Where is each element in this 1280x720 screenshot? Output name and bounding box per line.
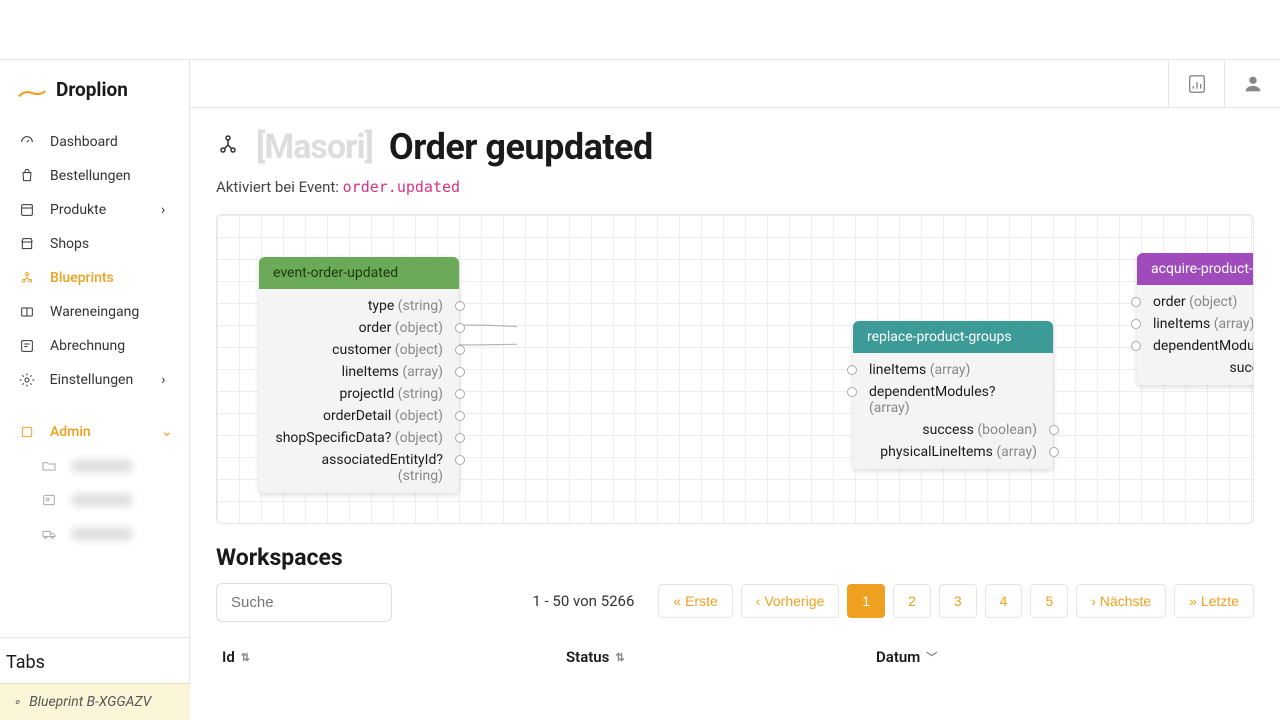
nav-label: Bestellungen	[50, 168, 131, 184]
node-property: order (object)	[1137, 291, 1254, 313]
admin-sub-2[interactable]	[0, 483, 189, 517]
nav: Dashboard Bestellungen Produkte › Shops …	[0, 119, 189, 557]
tabs-section: Tabs ⚬ Blueprint B-XGGAZV	[0, 637, 190, 720]
shops-icon	[18, 235, 36, 253]
workspaces-title: Workspaces	[216, 544, 1254, 571]
page-3[interactable]: 3	[939, 584, 977, 618]
col-id[interactable]: Id⇅	[216, 648, 566, 666]
top-spacer	[0, 0, 1280, 60]
node-property: lineItems (array)	[1137, 313, 1254, 335]
main-content: [Masori] Order geupdated Aktiviert bei E…	[190, 108, 1280, 720]
nav-dashboard[interactable]: Dashboard	[0, 125, 189, 159]
nav-billing[interactable]: Abrechnung	[0, 329, 189, 363]
node-property: dependentModu	[1137, 335, 1254, 357]
node-acquire-product[interactable]: acquire-product- order (object)lineItems…	[1137, 253, 1254, 385]
nav-settings[interactable]: Einstellungen ›	[0, 363, 189, 397]
node-property: customer (object)	[259, 339, 459, 361]
range-text: 1 - 50 von 5266	[532, 592, 634, 610]
event-code: order.updated	[343, 178, 460, 196]
blueprint-tab-icon: ⚬	[12, 696, 21, 709]
contact-icon	[40, 491, 58, 509]
sort-icon: ⇅	[241, 651, 250, 664]
node-property: lineItems (array)	[259, 361, 459, 383]
node-property: orderDetail (object)	[259, 405, 459, 427]
node-property: type (string)	[259, 295, 459, 317]
logo-icon	[18, 82, 46, 98]
folder-icon	[40, 457, 58, 475]
top-header	[190, 60, 1280, 108]
nav-blueprints[interactable]: Blueprints	[0, 261, 189, 295]
admin-sub-3[interactable]	[0, 517, 189, 551]
blueprint-canvas[interactable]: event-order-updated type (string)order (…	[216, 214, 1254, 524]
nav-label: Blueprints	[50, 270, 114, 286]
page-first[interactable]: « Erste	[658, 584, 732, 618]
nav-label: Produkte	[50, 202, 106, 218]
nav-label: Dashboard	[50, 134, 118, 150]
node-property: shopSpecificData? (object)	[259, 427, 459, 449]
page-last[interactable]: » Letzte	[1174, 584, 1254, 618]
node-property: lineItems (array)	[853, 359, 1053, 381]
flow-icon	[216, 133, 240, 161]
app-name: Droplion	[56, 78, 128, 101]
dashboard-icon	[18, 133, 36, 151]
title-redacted: [Masori]	[256, 127, 373, 167]
page-5[interactable]: 5	[1030, 584, 1068, 618]
sort-desc-icon: ﹀	[926, 649, 937, 665]
sort-icon: ⇅	[615, 651, 624, 664]
chevron-right-icon: ›	[161, 372, 171, 388]
node-property: order (object)	[259, 317, 459, 339]
page-1[interactable]: 1	[847, 584, 885, 618]
tab-blueprint[interactable]: ⚬ Blueprint B-XGGAZV	[0, 683, 190, 720]
col-status[interactable]: Status⇅	[566, 648, 876, 666]
nav-label: Abrechnung	[50, 338, 125, 354]
products-icon	[18, 201, 36, 219]
page-next[interactable]: › Nächste	[1076, 584, 1166, 618]
nav-orders[interactable]: Bestellungen	[0, 159, 189, 193]
page-4[interactable]: 4	[985, 584, 1023, 618]
subtitle-prefix: Aktiviert bei Event:	[216, 178, 343, 196]
settings-icon	[18, 371, 36, 389]
page-subtitle: Aktiviert bei Event: order.updated	[216, 178, 1254, 196]
stats-icon[interactable]	[1168, 61, 1224, 107]
nav-incoming[interactable]: Wareneingang	[0, 295, 189, 329]
tab-label: Blueprint B-XGGAZV	[29, 694, 151, 710]
node-header: event-order-updated	[259, 257, 459, 289]
incoming-icon	[18, 303, 36, 321]
nav-label: Shops	[50, 236, 89, 252]
blueprints-icon	[18, 269, 36, 287]
nav-label: Einstellungen	[50, 372, 134, 388]
node-property: success	[1137, 357, 1254, 379]
chevron-right-icon: ›	[161, 202, 171, 218]
page-title: Order geupdated	[389, 126, 653, 168]
billing-icon	[18, 337, 36, 355]
node-property: dependentModules? (array)	[853, 381, 1053, 419]
node-property: success (boolean)	[853, 419, 1053, 441]
admin-icon	[18, 423, 36, 441]
chevron-down-icon: ⌄	[161, 424, 171, 440]
nav-label: Admin	[50, 424, 91, 440]
search-input[interactable]	[216, 583, 392, 622]
node-property: projectId (string)	[259, 383, 459, 405]
nav-products[interactable]: Produkte ›	[0, 193, 189, 227]
orders-icon	[18, 167, 36, 185]
node-header: acquire-product-	[1137, 253, 1254, 285]
truck-icon	[40, 525, 58, 543]
col-date[interactable]: Datum﹀	[876, 648, 1096, 666]
admin-sub-1[interactable]	[0, 449, 189, 483]
sidebar: Droplion Dashboard Bestellungen Produkte…	[0, 60, 190, 720]
node-event-order-updated[interactable]: event-order-updated type (string)order (…	[259, 257, 459, 493]
page-2[interactable]: 2	[893, 584, 931, 618]
node-replace-product-groups[interactable]: replace-product-groups lineItems (array)…	[853, 321, 1053, 469]
node-header: replace-product-groups	[853, 321, 1053, 353]
table-header: Id⇅ Status⇅ Datum﹀	[216, 648, 1254, 666]
user-icon[interactable]	[1224, 61, 1280, 107]
logo[interactable]: Droplion	[0, 60, 189, 119]
node-property: physicalLineItems (array)	[853, 441, 1053, 463]
tabs-heading: Tabs	[0, 646, 190, 683]
nav-label: Wareneingang	[50, 304, 139, 320]
nav-admin[interactable]: Admin ⌄	[0, 415, 189, 449]
node-property: associatedEntityId? (string)	[259, 449, 459, 487]
page-prev[interactable]: ‹ Vorherige	[741, 584, 839, 618]
nav-shops[interactable]: Shops	[0, 227, 189, 261]
